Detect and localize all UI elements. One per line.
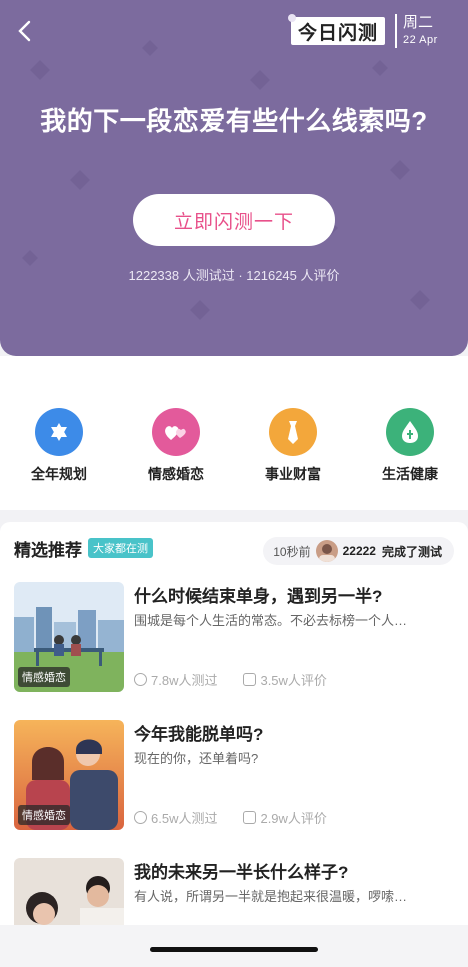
category-label: 情感婚恋 bbox=[148, 466, 204, 482]
list-item[interactable]: 情感婚恋 什么时候结束单身，遇到另一半? 围城是每个人生活的常态。不必去标榜一个… bbox=[0, 582, 468, 702]
review-count: 2.9w人评价 bbox=[260, 811, 327, 826]
chevron-left-icon bbox=[18, 20, 31, 42]
ticker-action: 完成了测试 bbox=[381, 544, 442, 559]
item-thumbnail: 情感婚恋 bbox=[14, 720, 124, 830]
home-indicator-bar bbox=[0, 925, 468, 967]
weekday: 周二 bbox=[403, 14, 434, 31]
category-tag: 情感婚恋 bbox=[18, 805, 70, 825]
avatar bbox=[315, 540, 338, 562]
brand-text: 今日闪测 bbox=[297, 22, 378, 44]
category-row: 全年规划 情感婚恋 事业财富 生活健康 bbox=[0, 356, 468, 510]
home-indicator[interactable] bbox=[150, 947, 318, 952]
item-title: 今年我能脱单吗? bbox=[134, 725, 264, 744]
tested-count: 6.5w人测过 bbox=[151, 811, 218, 826]
ticker-time: 10秒前 bbox=[273, 544, 311, 559]
category-health[interactable]: 生活健康 bbox=[362, 408, 458, 484]
comment-icon bbox=[243, 811, 257, 824]
list-item[interactable]: 情感婚恋 今年我能脱单吗? 现在的你，还单着吗? 6.5w人测过 2.9w人评价 bbox=[0, 720, 468, 840]
item-meta: 7.8w人测过 3.5w人评价 bbox=[134, 670, 327, 689]
test-stats: 1222338 人测试过 · 1216245 人评价 bbox=[128, 268, 340, 283]
tie-icon bbox=[269, 408, 317, 456]
hero-title: 我的下一段恋爱有些什么线索吗? bbox=[40, 106, 428, 136]
date-display: 周二 22 Apr bbox=[395, 14, 438, 48]
date: 22 Apr bbox=[403, 34, 438, 46]
feed-badge: 大家都在测 bbox=[88, 538, 153, 558]
category-love[interactable]: 情感婚恋 bbox=[128, 408, 224, 484]
hero-pattern bbox=[22, 40, 430, 320]
feed-header: 精选推荐 大家都在测 bbox=[14, 536, 153, 560]
item-thumbnail: 情感婚恋 bbox=[14, 582, 124, 692]
category-career[interactable]: 事业财富 bbox=[245, 408, 341, 484]
item-description: 有人说，所谓另一半就是抱起来很温暖，啰嗦… bbox=[134, 889, 408, 904]
ticker-user: 22222 bbox=[342, 544, 376, 558]
category-label: 事业财富 bbox=[265, 466, 321, 482]
review-count: 3.5w人评价 bbox=[260, 673, 327, 688]
category-annual-plan[interactable]: 全年规划 bbox=[11, 408, 107, 484]
tested-count: 7.8w人测过 bbox=[151, 673, 218, 688]
activity-ticker: 10秒前 22222 完成了测试 bbox=[263, 537, 454, 565]
star-of-david-icon bbox=[35, 408, 83, 456]
category-label: 全年规划 bbox=[31, 466, 87, 482]
item-description: 围城是每个人生活的常态。不必去标榜一个人… bbox=[134, 613, 408, 628]
hero-banner: 今日闪测 周二 22 Apr 我的下一段恋爱有些什么线索吗? 立即闪测一下 12… bbox=[0, 0, 468, 356]
item-title: 我的未来另一半长什么样子? bbox=[134, 863, 349, 882]
back-button[interactable] bbox=[12, 18, 38, 44]
test-count-icon bbox=[134, 811, 147, 824]
feed-title: 精选推荐 bbox=[14, 540, 82, 560]
recommend-feed: 精选推荐 大家都在测 10秒前 22222 完成了测试 情感婚恋 什么时候结束单… bbox=[0, 522, 468, 967]
brand-logo: 今日闪测 bbox=[288, 14, 385, 45]
item-meta: 6.5w人测过 2.9w人评价 bbox=[134, 808, 327, 827]
leaf-drop-icon bbox=[386, 408, 434, 456]
test-count-icon bbox=[134, 673, 147, 686]
comment-icon bbox=[243, 673, 257, 686]
start-test-button[interactable]: 立即闪测一下 bbox=[133, 194, 335, 246]
item-title: 什么时候结束单身，遇到另一半? bbox=[134, 587, 383, 606]
item-description: 现在的你，还单着吗? bbox=[134, 751, 259, 766]
category-tag: 情感婚恋 bbox=[18, 667, 70, 687]
hearts-icon bbox=[152, 408, 200, 456]
category-label: 生活健康 bbox=[382, 466, 438, 482]
brand-dot bbox=[288, 14, 296, 22]
